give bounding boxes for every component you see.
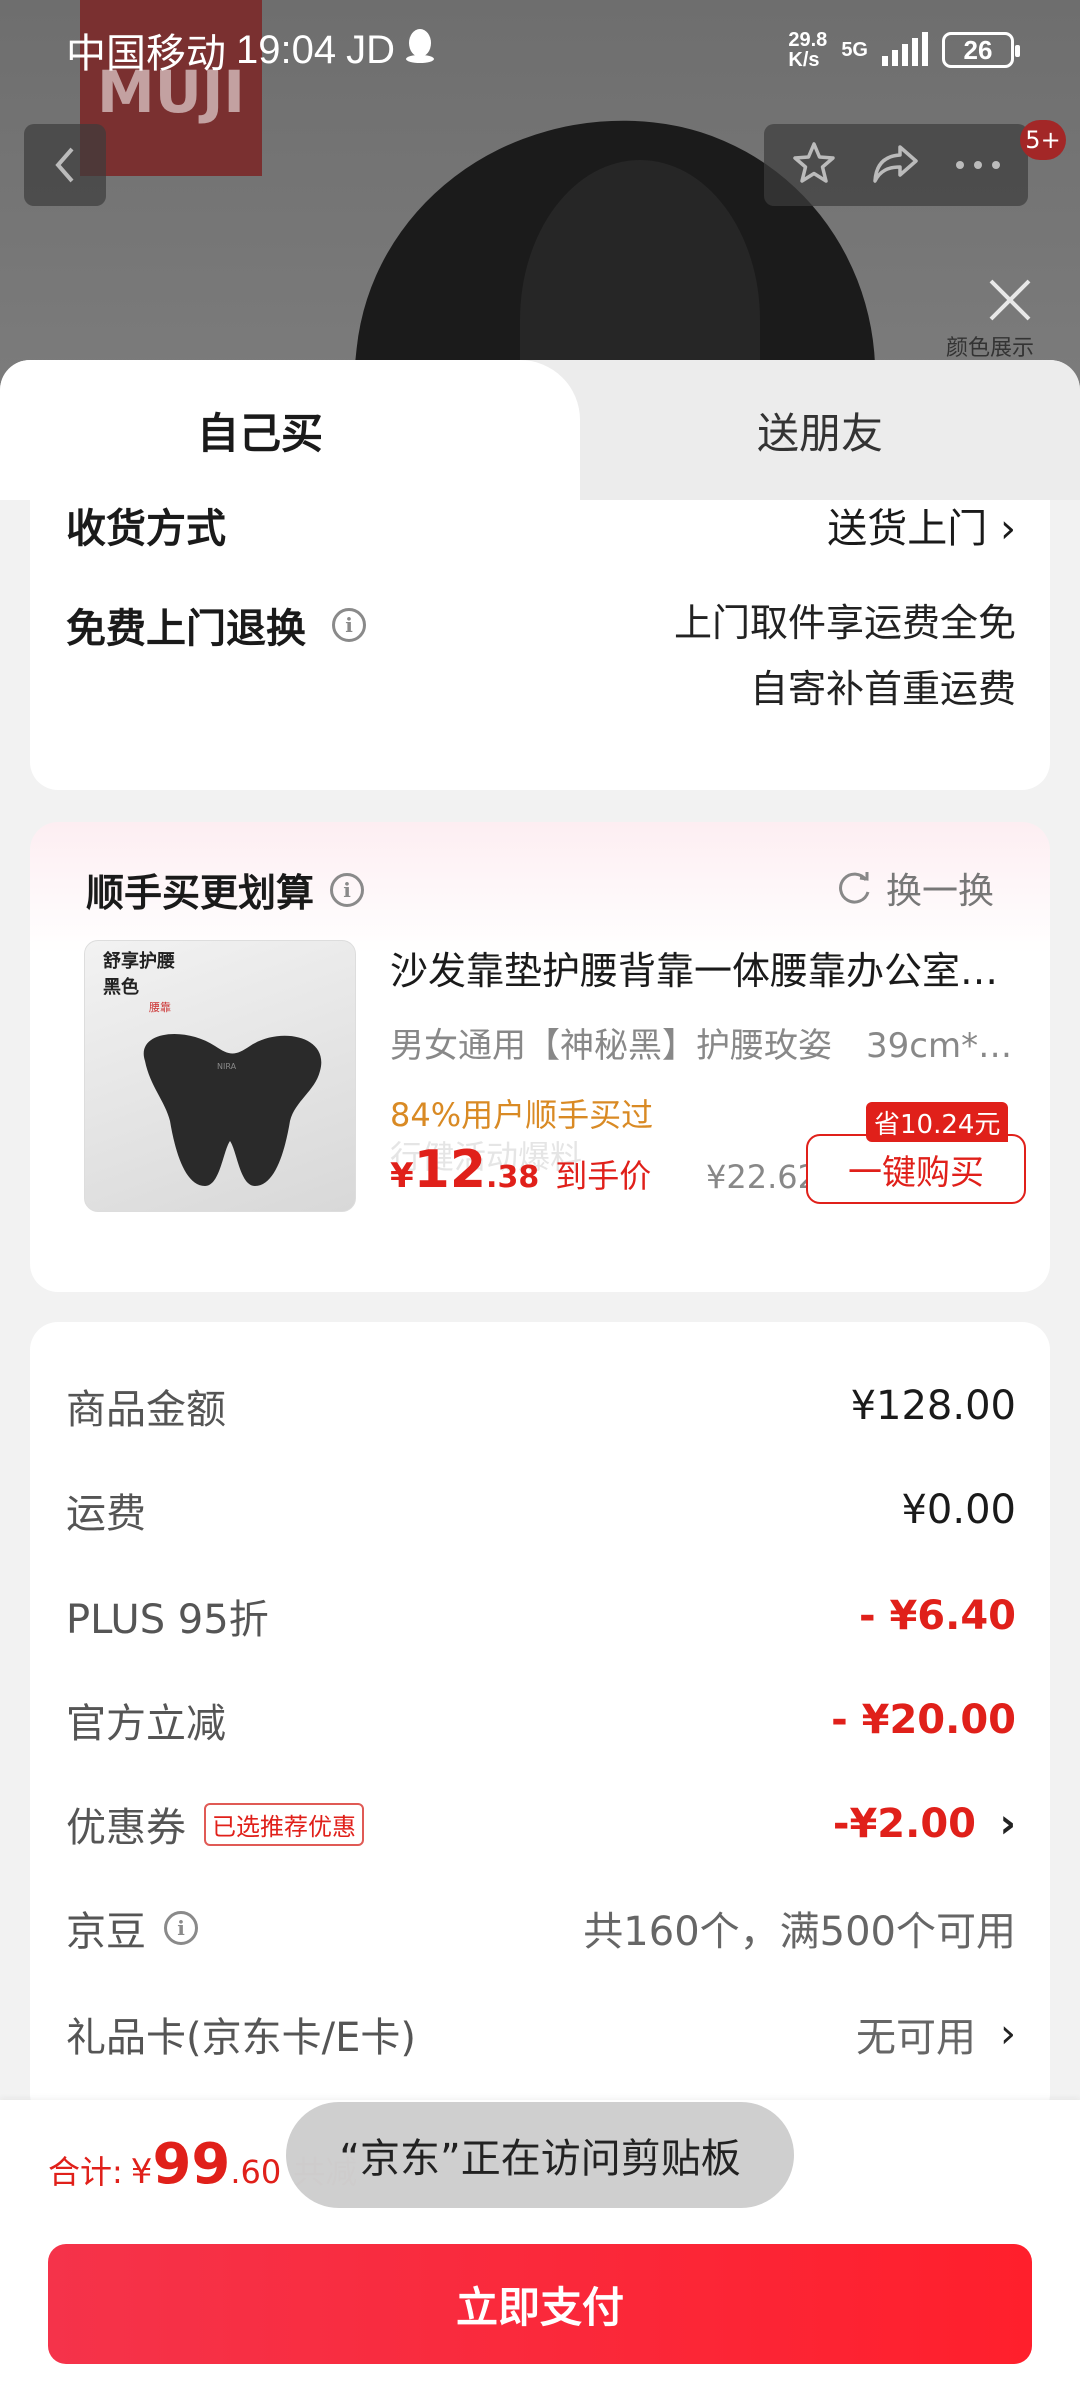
image-text-2: 黑色 bbox=[103, 977, 139, 998]
lumbar-pillow-image: NIRA bbox=[143, 1034, 322, 1186]
tab-gift-to-friend[interactable]: 送朋友 bbox=[560, 360, 1080, 500]
price-decimal: .38 bbox=[486, 1160, 540, 1195]
price-tag: 到手价 bbox=[555, 1157, 652, 1195]
share-icon[interactable] bbox=[870, 139, 922, 191]
shipping-row: 运费 ¥0.00 bbox=[66, 1480, 1016, 1540]
coupon-label: 优惠券 bbox=[66, 1805, 186, 1851]
addon-product-spec[interactable]: 男女通用【神秘黑】护腰玫姿 39cm*31cm bbox=[390, 1018, 1020, 1067]
free-return-line1: 上门取件享运费全免 bbox=[673, 601, 1016, 645]
goods-amount-row: 商品金额 ¥128.00 bbox=[66, 1376, 1016, 1436]
free-return-row: 免费上门退换 i 上门取件享运费全免 自寄补首重运费 bbox=[66, 596, 1016, 711]
image-text-1: 舒享护腰 bbox=[103, 951, 175, 972]
info-icon[interactable]: i bbox=[330, 872, 365, 907]
back-button[interactable] bbox=[24, 124, 106, 206]
free-return-label: 免费上门退换 bbox=[66, 606, 306, 652]
refresh-button[interactable]: 换一换 bbox=[834, 862, 994, 914]
delivery-method-label: 收货方式 bbox=[66, 506, 226, 552]
gift-card-value: 无可用 bbox=[856, 2015, 976, 2061]
total-integer: 99 bbox=[152, 2132, 231, 2197]
net-speed-value: 29.8 bbox=[788, 29, 828, 51]
save-amount-badge: 省10.24元 bbox=[866, 1102, 1009, 1142]
battery-icon: 26 bbox=[942, 32, 1020, 68]
goods-amount-value: ¥128.00 bbox=[850, 1383, 1016, 1429]
star-icon[interactable] bbox=[790, 139, 838, 191]
total-currency: ¥ bbox=[130, 2152, 153, 2192]
addon-original-price: ¥22.62 bbox=[706, 1158, 818, 1196]
image-text-3: 腰靠 bbox=[149, 1001, 171, 1014]
delivery-method-value: 送货上门 › bbox=[827, 506, 1016, 552]
free-return-line2: 自寄补首重运费 bbox=[749, 667, 1016, 711]
gift-card-label: 礼品卡(京东卡/E卡) bbox=[66, 2015, 416, 2061]
refresh-icon bbox=[839, 872, 870, 904]
delivery-method-row[interactable]: 收货方式 送货上门 › bbox=[66, 500, 1016, 560]
goods-amount-label: 商品金额 bbox=[66, 1387, 226, 1433]
one-click-buy-button[interactable]: 一键购买 bbox=[806, 1134, 1026, 1204]
addon-promo-text: 84%用户顺手买过 bbox=[390, 1096, 654, 1134]
checkout-sheet: 自己买 送朋友 收货方式 送货上门 › 免费上门退换 i 上门取件享运费全免 自… bbox=[0, 360, 1080, 2400]
total-decimal: .60 bbox=[230, 2153, 282, 2191]
refresh-label: 换一换 bbox=[885, 871, 994, 912]
chevron-right-icon: › bbox=[1000, 2011, 1016, 2057]
battery-level: 26 bbox=[963, 34, 993, 65]
carrier-label: 中国移动 bbox=[66, 32, 226, 76]
network-speed: 29.8 K/s bbox=[788, 30, 827, 70]
gift-card-row[interactable]: 礼品卡(京东卡/E卡) 无可用 › bbox=[66, 2004, 1016, 2064]
official-discount-row: 官方立减 - ¥20.00 bbox=[66, 1690, 1016, 1750]
tab-buy-for-self[interactable]: 自己买 bbox=[0, 360, 560, 500]
status-bar: 中国移动 19:04 JD 29.8 K/s 5G 26 bbox=[0, 0, 1080, 100]
fee-breakdown-card: 商品金额 ¥128.00 运费 ¥0.00 PLUS 95折 - ¥6.40 官… bbox=[30, 1322, 1050, 2122]
jd-bean-value: 共160个，满500个可用 bbox=[583, 1909, 1016, 1955]
price-integer: 12 bbox=[413, 1140, 487, 1200]
chevron-right-icon: › bbox=[999, 1801, 1016, 1847]
clipboard-toast: “京东”正在访问剪贴板 bbox=[286, 2102, 794, 2208]
close-icon[interactable] bbox=[980, 270, 1040, 330]
plus-discount-row: PLUS 95折 - ¥6.40 bbox=[66, 1586, 1016, 1646]
info-icon[interactable]: i bbox=[332, 608, 366, 642]
addon-product-image[interactable]: 舒享护腰 黑色 腰靠 NIRA bbox=[84, 940, 356, 1212]
plus-discount-label: PLUS 95折 bbox=[66, 1597, 269, 1643]
addon-title: 顺手买更划算 bbox=[86, 871, 315, 915]
official-discount-label: 官方立减 bbox=[66, 1701, 226, 1747]
top-actions bbox=[764, 124, 1028, 206]
addon-recommend-card: 顺手买更划算 i 换一换 舒享护腰 黑色 腰靠 NIRA 沙发靠垫护腰背靠一体腰… bbox=[30, 822, 1050, 1292]
qq-penguin-icon bbox=[405, 27, 435, 73]
coupon-value: -¥2.00 bbox=[832, 1801, 976, 1847]
network-type: 5G bbox=[841, 38, 868, 61]
price-currency: ¥ bbox=[390, 1156, 414, 1196]
plus-discount-value: - ¥6.40 bbox=[858, 1593, 1016, 1639]
pay-now-button[interactable]: 立即支付 bbox=[48, 2244, 1032, 2364]
color-display-label: 颜色展示 bbox=[945, 336, 1034, 361]
purchase-mode-tabs: 自己买 送朋友 bbox=[0, 360, 1080, 500]
svg-text:NIRA: NIRA bbox=[217, 1062, 237, 1071]
signal-icon bbox=[882, 32, 928, 66]
coupon-row[interactable]: 优惠券 已选推荐优惠 -¥2.00 › bbox=[66, 1794, 1016, 1854]
chevron-left-icon bbox=[55, 147, 74, 183]
net-speed-unit: K/s bbox=[788, 49, 820, 71]
addon-price: ¥ 12 .38 到手价 bbox=[390, 1140, 651, 1200]
jd-bean-label: 京豆 bbox=[66, 1909, 146, 1955]
app-tag: JD bbox=[346, 27, 395, 72]
jd-bean-row: 京豆 i 共160个，满500个可用 bbox=[66, 1898, 1016, 1958]
message-count-badge: 5+ bbox=[1020, 120, 1066, 160]
addon-product-title[interactable]: 沙发靠垫护腰背靠一体腰靠办公室椅子靠枕 bbox=[390, 940, 1010, 995]
order-confirm-screen: MUJI 中国移动 19:04 JD 29.8 K/s 5G 26 5+ 颜色展… bbox=[0, 0, 1080, 2400]
total-label: 合计: bbox=[48, 2153, 123, 2191]
coupon-recommended-tag: 已选推荐优惠 bbox=[204, 1802, 364, 1846]
shipping-value: ¥0.00 bbox=[901, 1487, 1016, 1533]
shipping-label: 运费 bbox=[66, 1491, 146, 1537]
clock: 19:04 bbox=[236, 27, 337, 72]
more-icon[interactable] bbox=[954, 156, 1002, 175]
delivery-card: 收货方式 送货上门 › 免费上门退换 i 上门取件享运费全免 自寄补首重运费 bbox=[30, 500, 1050, 790]
official-discount-value: - ¥20.00 bbox=[831, 1697, 1016, 1743]
info-icon[interactable]: i bbox=[164, 1911, 198, 1945]
